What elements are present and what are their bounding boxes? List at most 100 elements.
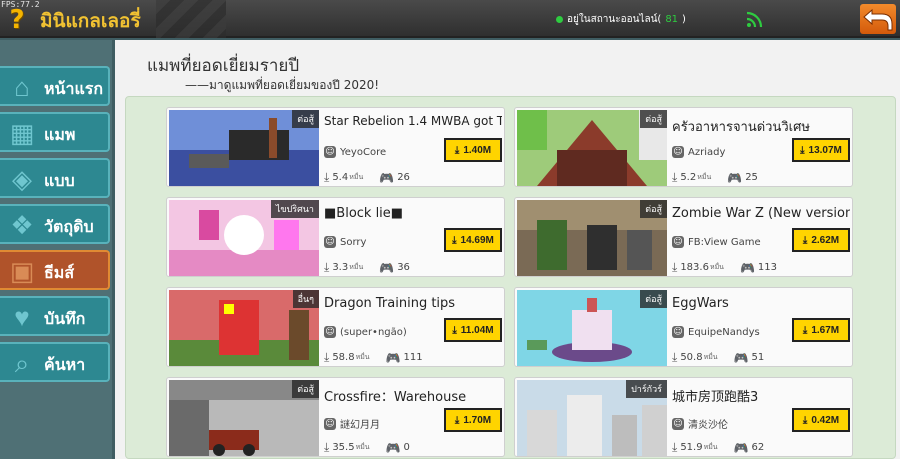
sidebar-item-label: หน้าแรก [44,79,104,98]
sidebar-item-label: วัตถุดิบ [44,217,94,236]
download-button[interactable]: ⤓ 14.69M [444,228,502,252]
sidebar-item-favorite[interactable]: ♥ บันทึก [0,296,110,336]
map-thumbnail[interactable]: ต่อสู้ [517,110,667,186]
map-thumbnail[interactable]: ต่อสู้ [169,110,319,186]
map-card[interactable]: ต่อสู้ Crossfire：Warehouse ☺ 謎幻月月 ⤓ 1.70M … [166,377,505,457]
map-stats: ⤓ 3.3 หมื่น 🎮 36 [324,260,410,275]
map-card[interactable]: ปาร์กัวร์ 城市房顶跑酷3 ☺ 清炎沙伦 ⤓ 0.42M ⤓ 51.9 หมื่… [514,377,853,457]
author-name: Azriady [688,146,726,158]
gamepad-icon: 🎮 [379,260,395,275]
map-title: ■Block lie■ [324,206,404,221]
map-thumbnail[interactable]: ต่อสู้ [169,380,319,456]
author-avatar-icon: ☺ [324,417,336,430]
download-count: 50.8 [680,352,703,363]
online-count: 81 [665,14,679,25]
sidebar-item-label: แบบ [44,171,75,190]
map-card[interactable]: ต่อสู้ EggWars ☺ EquipeNandys ⤓ 1.67M ⤓ 50.… [514,287,853,367]
map-stats: ⤓ 35.5 หมื่น 🎮 0 [324,440,410,455]
main-content: แมพที่ยอดเยี่ยมรายปี ——มาดูแมพที่ยอดเยี่… [115,40,900,459]
sidebar-item-blueprint[interactable]: ◈ แบบ [0,158,110,198]
map-stats: ⤓ 5.4 หมื่น 🎮 26 [324,170,410,185]
download-count: 5.2 [680,172,697,183]
online-status: อยู่ในสถานะออนไลน์(81) [556,12,686,27]
author[interactable]: ☺ EquipeNandys [672,326,760,338]
download-icon: ⤓ [802,234,808,246]
map-title: Crossfire：Warehouse [324,390,467,405]
help-icon[interactable]: ? [4,6,30,34]
sidebar-item-material[interactable]: ❖ วัตถุดิบ [0,204,110,244]
download-icon: ⤓ [454,144,460,156]
author[interactable]: ☺ YeyoCore [324,146,386,158]
map-card[interactable]: ต่อสู้ Zombie War Z (New version) ☺ FB:Vi… [514,197,853,277]
status-close: ) [682,14,686,25]
map-thumbnail[interactable]: ต่อสู้ [517,290,667,366]
author[interactable]: ☺ 謎幻月月 [324,416,380,431]
sidebar-item-search[interactable]: ⌕ ค้นหา [0,342,110,382]
author[interactable]: ☺ Sorry [324,236,366,248]
download-button[interactable]: ⤓ 1.40M [444,138,502,162]
map-stats: ⤓ 58.8 หมื่น 🎮 111 [324,350,423,365]
download-button[interactable]: ⤓ 11.04M [444,318,502,342]
gamepad-icon: 🎮 [733,350,749,365]
download-count: 5.4 [332,172,349,183]
downloads-icon: ⤓ [324,440,330,454]
top-bar: FPS:77.2 ? มินิแกลเลอรี่ อยู่ในสถานะออนไ… [0,0,900,38]
author-name: FB:View Game [688,236,761,248]
map-card[interactable]: อื่นๆ Dragon Training tips ☺ (super•ngão)… [166,287,505,367]
sidebar-item-home[interactable]: ⌂ หน้าแรก [0,66,110,106]
map-card[interactable]: ไขปริศนา ■Block lie■ ☺ Sorry ⤓ 14.69M ⤓ 3.3… [166,197,505,277]
download-button[interactable]: ⤓ 0.42M [792,408,850,432]
map-thumbnail[interactable]: ต่อสู้ [517,200,667,276]
map-thumbnail[interactable]: อื่นๆ [169,290,319,366]
file-size: 2.62M [811,234,840,246]
back-arrow-icon [863,8,893,31]
sidebar-item-map[interactable]: ▦ แมพ [0,112,110,152]
file-size: 1.67M [811,324,840,336]
wifi-icon [746,11,763,28]
author[interactable]: ☺ (super•ngão) [324,326,407,338]
category-tag: ต่อสู้ [292,380,319,398]
downloads-icon: ⤓ [672,350,678,364]
count-unit: หมื่น [697,173,712,181]
map-icon: ▦ [9,118,35,148]
downloads-icon: ⤓ [324,350,330,364]
back-button[interactable] [860,4,896,34]
sidebar: ⌂ หน้าแรก ▦ แมพ ◈ แบบ ❖ วัตถุดิบ ▣ ธีมส์… [0,40,112,459]
home-icon: ⌂ [14,72,30,102]
map-card[interactable]: ต่อสู้ ครัวอาหารจานด่วนวิเศษ ☺ Azriady ⤓ 1… [514,107,853,187]
author[interactable]: ☺ 清炎沙伦 [672,416,728,431]
count-unit: หมื่น [709,263,724,271]
material-icon: ❖ [10,210,34,240]
downloads-icon: ⤓ [672,260,678,274]
map-title: EggWars [672,296,729,311]
title-decoration [156,0,226,38]
download-button[interactable]: ⤓ 1.67M [792,318,850,342]
map-list-panel[interactable]: ต่อสู้ Star Rebelion 1.4 MWBA got Talent… [125,96,896,459]
sidebar-item-theme[interactable]: ▣ ธีมส์ [0,250,110,290]
author-name: 謎幻月月 [340,420,380,431]
gamepad-icon: 🎮 [727,170,743,185]
category-tag: ปาร์กัวร์ [626,380,667,398]
download-icon: ⤓ [800,144,805,156]
play-count: 113 [757,262,778,273]
map-thumbnail[interactable]: ไขปริศนา [169,200,319,276]
theme-icon: ▣ [9,256,35,286]
play-count: 36 [397,262,410,273]
gamepad-icon: 🎮 [739,260,755,275]
map-title: ครัวอาหารจานด่วนวิเศษ [672,120,810,135]
download-icon: ⤓ [454,414,460,426]
file-size: 1.40M [463,144,492,156]
map-card[interactable]: ต่อสู้ Star Rebelion 1.4 MWBA got Talent… [166,107,505,187]
download-button[interactable]: ⤓ 13.07M [792,138,850,162]
play-count: 111 [403,352,423,363]
map-thumbnail[interactable]: ปาร์กัวร์ [517,380,667,456]
author[interactable]: ☺ Azriady [672,146,725,158]
download-button[interactable]: ⤓ 2.62M [792,228,850,252]
author-avatar-icon: ☺ [672,326,684,338]
download-button[interactable]: ⤓ 1.70M [444,408,502,432]
author[interactable]: ☺ FB:View Game [672,236,761,248]
author-name: YeyoCore [340,146,387,158]
download-icon: ⤓ [452,234,457,246]
downloads-icon: ⤓ [324,260,330,274]
sidebar-item-label: แมพ [44,125,76,144]
